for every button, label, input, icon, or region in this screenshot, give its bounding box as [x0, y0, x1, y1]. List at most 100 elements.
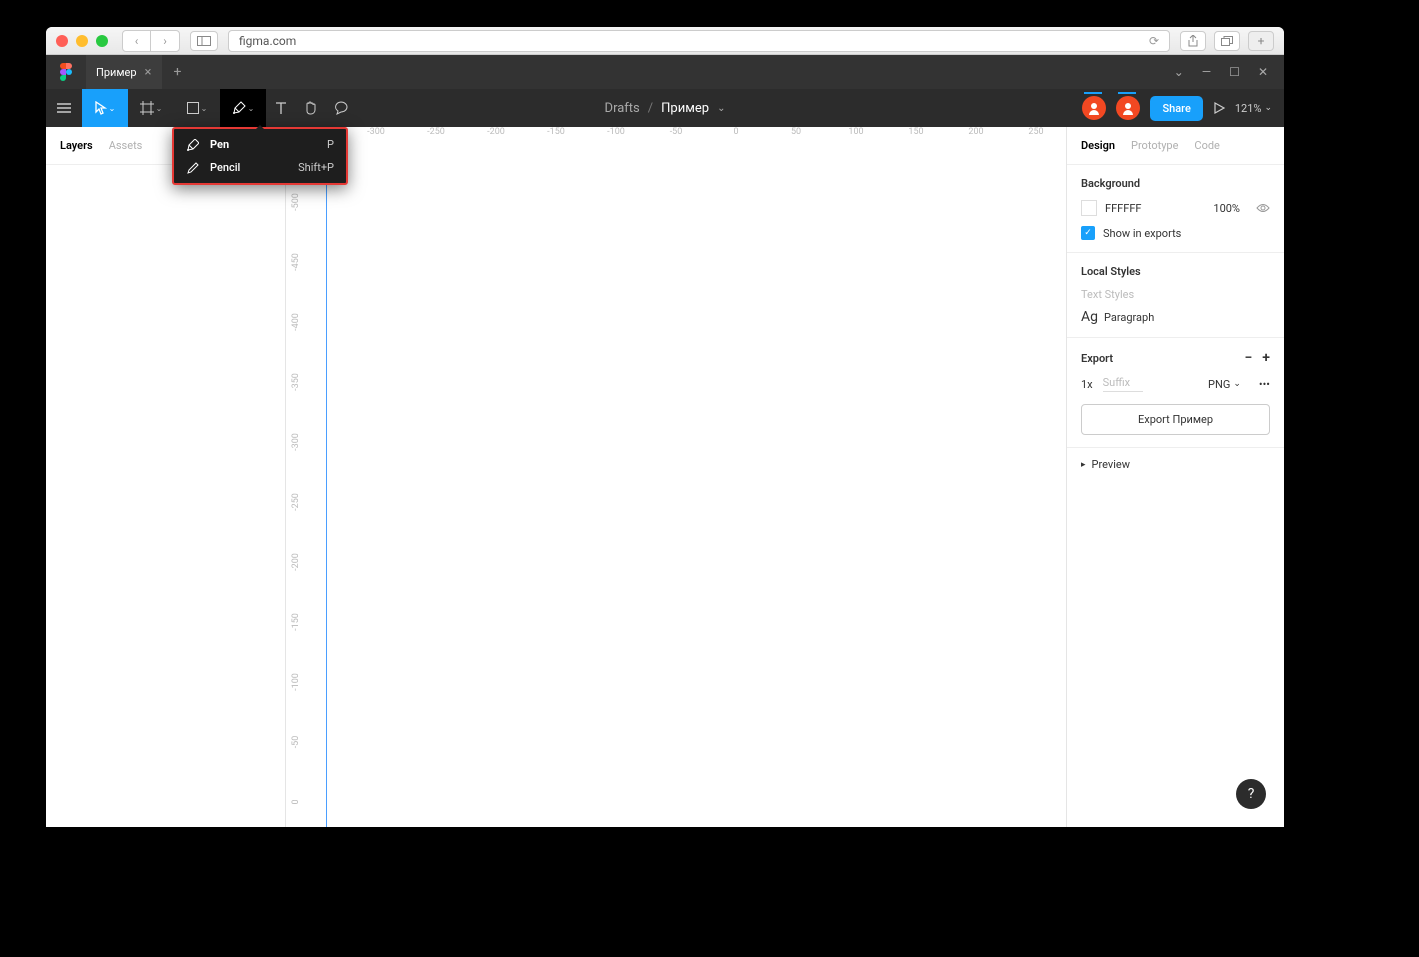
ruler-horizontal: -300 -250 -200 -150 -100 -50 0 50 100 15…	[306, 127, 1066, 147]
app-body: Layers Assets -300 -250 -200 -150 -100 -…	[46, 127, 1284, 827]
chevron-down-icon: ⌄	[248, 104, 255, 113]
ruler-tick: -250	[291, 493, 301, 511]
text-styles-label: Text Styles	[1081, 288, 1270, 301]
show-in-exports-label: Show in exports	[1103, 227, 1181, 240]
color-hex-input[interactable]: FFFFFF	[1105, 202, 1155, 215]
canvas[interactable]: -300 -250 -200 -150 -100 -50 0 50 100 15…	[286, 127, 1066, 827]
tab-close-icon[interactable]: ×	[145, 65, 152, 80]
ruler-tick: -150	[291, 613, 301, 631]
ruler-tick: -300	[367, 127, 385, 137]
ruler-tick: -300	[291, 433, 301, 451]
export-suffix-input[interactable]: Suffix	[1103, 376, 1143, 392]
preview-label: Preview	[1092, 458, 1130, 471]
dropdown-label: Pencil	[210, 161, 240, 174]
right-panel: Design Prototype Code Background FFFFFF …	[1066, 127, 1284, 827]
add-export-button[interactable]: +	[1262, 350, 1270, 366]
chevron-down-icon[interactable]: ⌄	[717, 103, 725, 114]
ruler-tick: 0	[291, 799, 301, 804]
pen-icon	[186, 139, 200, 151]
background-section: Background FFFFFF 100% ✓ Show in exports	[1067, 165, 1284, 253]
export-scale-input[interactable]: 1x	[1081, 378, 1093, 391]
close-window-icon[interactable]	[56, 35, 68, 47]
text-style-name: Paragraph	[1104, 311, 1154, 324]
share-button[interactable]: Share	[1150, 96, 1202, 121]
minimize-window-icon[interactable]	[76, 35, 88, 47]
shape-tool-button[interactable]: ⌄	[174, 89, 220, 127]
mac-titlebar: ‹ › figma.com ⟳ +	[46, 27, 1284, 55]
tabs-icon[interactable]	[1214, 31, 1240, 51]
present-button[interactable]	[1213, 102, 1225, 114]
pen-tool-dropdown: Pen P Pencil Shift+P	[172, 127, 348, 185]
chevron-down-icon: ⌄	[1233, 379, 1241, 389]
ruler-tick: -350	[291, 373, 301, 391]
traffic-lights[interactable]	[56, 35, 108, 47]
show-in-exports-row[interactable]: ✓ Show in exports	[1081, 226, 1270, 240]
menu-button[interactable]	[46, 89, 82, 127]
tab-design[interactable]: Design	[1081, 139, 1115, 152]
window-minimize-icon[interactable]: —	[1202, 65, 1211, 79]
refresh-icon[interactable]: ⟳	[1149, 34, 1159, 48]
url-bar[interactable]: figma.com ⟳	[228, 30, 1170, 52]
export-button[interactable]: Export Пример	[1081, 404, 1270, 435]
figma-tabbar: Пример × + ⌄ — ☐ ✕	[46, 55, 1284, 89]
ruler-tick: -250	[427, 127, 445, 137]
tab-code[interactable]: Code	[1194, 139, 1219, 152]
pencil-icon	[186, 162, 200, 174]
ruler-tick: 250	[1028, 127, 1043, 137]
tab-assets[interactable]: Assets	[109, 139, 143, 152]
comment-tool-button[interactable]	[326, 89, 356, 127]
toolbar-right: Share 121% ⌄	[1082, 96, 1284, 121]
tab-active[interactable]: Пример ×	[86, 55, 162, 89]
breadcrumb-name: Пример	[661, 101, 709, 116]
preview-row[interactable]: ▸ Preview	[1067, 450, 1284, 479]
share-icon[interactable]	[1180, 31, 1206, 51]
chevron-down-icon: ⌄	[201, 104, 208, 113]
sidebar-toggle-icon[interactable]	[190, 31, 218, 51]
breadcrumb[interactable]: Drafts / Пример ⌄	[605, 101, 726, 116]
frame-tool-button[interactable]: ⌄	[128, 89, 174, 127]
zoom-control[interactable]: 121% ⌄	[1235, 102, 1272, 115]
caret-right-icon: ▸	[1081, 460, 1086, 470]
remove-export-button[interactable]: −	[1244, 350, 1252, 366]
export-format-select[interactable]: PNG ⌄	[1208, 378, 1241, 391]
back-button[interactable]: ‹	[123, 31, 151, 51]
ruler-tick: -200	[487, 127, 505, 137]
color-opacity-input[interactable]: 100%	[1213, 202, 1240, 215]
tab-layers[interactable]: Layers	[60, 139, 93, 152]
dropdown-item-pen[interactable]: Pen P	[174, 133, 346, 156]
text-style-item[interactable]: Ag Paragraph	[1081, 309, 1270, 325]
zoom-value: 121%	[1235, 102, 1262, 115]
export-options-button[interactable]: •••	[1259, 378, 1270, 391]
add-tab-button[interactable]: +	[162, 64, 194, 80]
right-panel-tabs: Design Prototype Code	[1067, 127, 1284, 165]
figma-logo-icon[interactable]	[46, 63, 86, 81]
help-button[interactable]: ?	[1236, 779, 1266, 809]
avatar[interactable]	[1116, 96, 1140, 120]
export-header: Export − +	[1081, 350, 1270, 366]
text-tool-button[interactable]	[266, 89, 296, 127]
visibility-icon[interactable]	[1256, 203, 1270, 213]
chevron-down-icon: ⌄	[1264, 103, 1272, 113]
tab-prototype[interactable]: Prototype	[1131, 139, 1178, 152]
dropdown-shortcut: Shift+P	[298, 161, 334, 174]
checkbox-checked-icon[interactable]: ✓	[1081, 226, 1095, 240]
move-tool-button[interactable]: ⌄	[82, 89, 128, 127]
local-styles-header: Local Styles	[1081, 265, 1270, 278]
new-tab-button[interactable]: +	[1248, 31, 1274, 51]
avatar[interactable]	[1082, 96, 1106, 120]
ruler-tick: -450	[291, 253, 301, 271]
breadcrumb-root: Drafts	[605, 101, 640, 116]
color-swatch[interactable]	[1081, 200, 1097, 216]
breadcrumb-separator: /	[648, 101, 653, 116]
dropdown-item-pencil[interactable]: Pencil Shift+P	[174, 156, 346, 179]
tab-label: Пример	[96, 66, 137, 79]
window-dropdown-icon[interactable]: ⌄	[1174, 65, 1184, 79]
window-close-icon[interactable]: ✕	[1258, 65, 1268, 79]
forward-button[interactable]: ›	[151, 31, 179, 51]
window-maximize-icon[interactable]: ☐	[1229, 65, 1240, 79]
zoom-window-icon[interactable]	[96, 35, 108, 47]
ruler-tick: 200	[968, 127, 983, 137]
ruler-tick: 100	[848, 127, 863, 137]
hand-tool-button[interactable]	[296, 89, 326, 127]
export-settings-row: 1x Suffix PNG ⌄ •••	[1081, 376, 1270, 392]
